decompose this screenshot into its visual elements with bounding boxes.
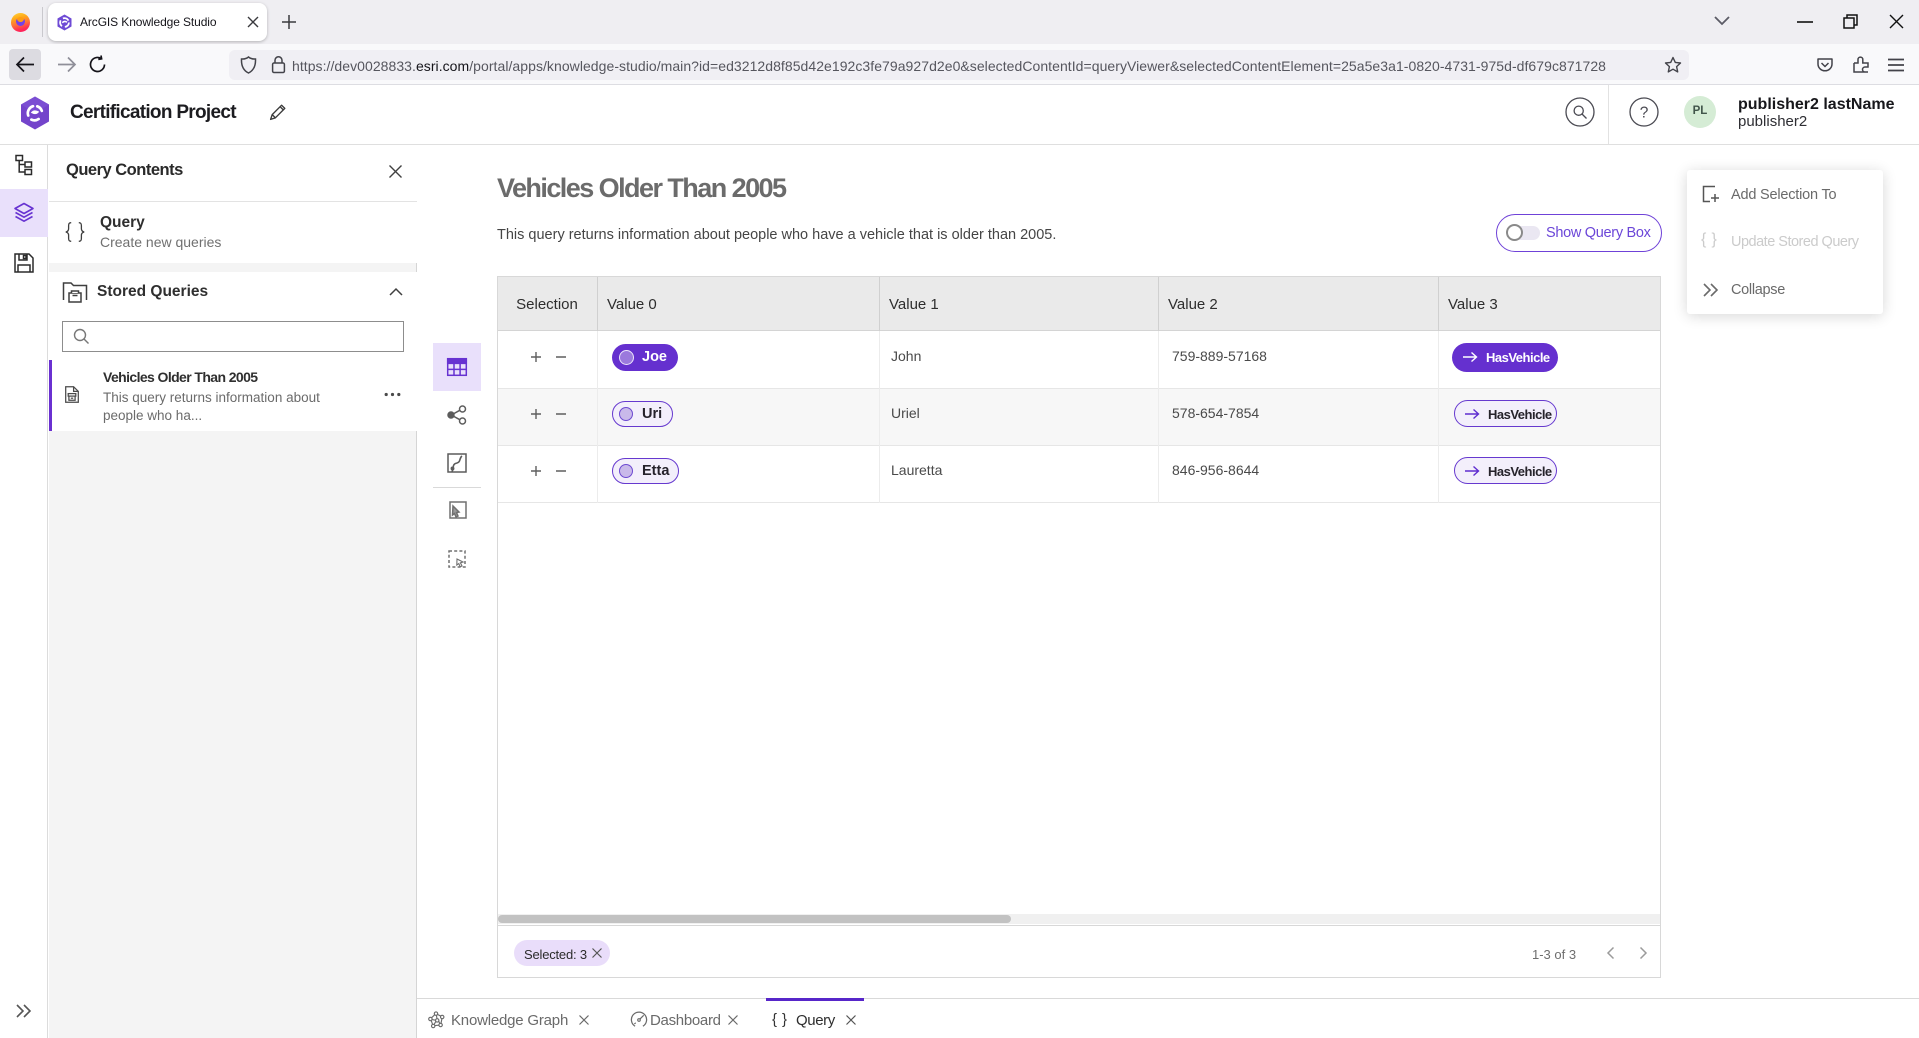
svg-text:?: ?: [1640, 105, 1649, 122]
